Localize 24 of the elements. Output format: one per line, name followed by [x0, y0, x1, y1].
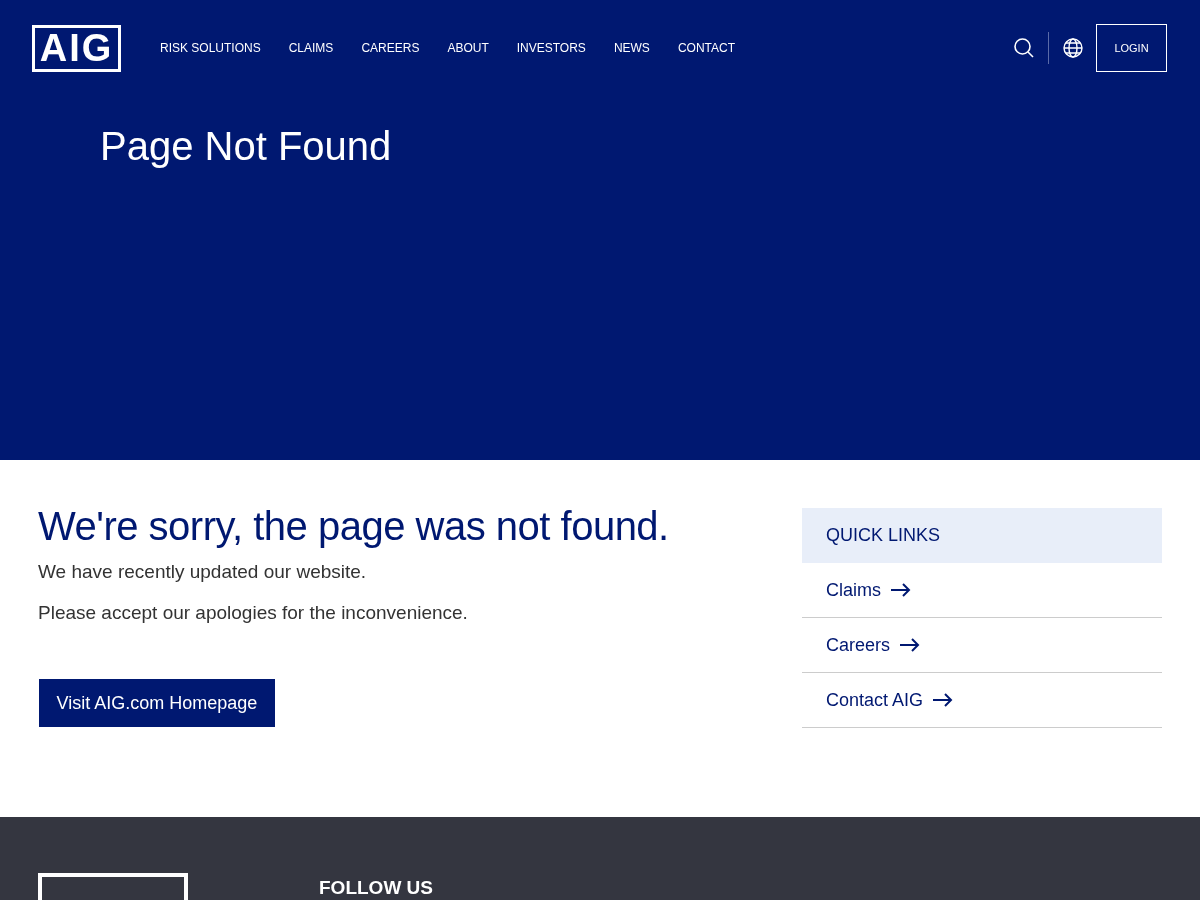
page-title: Page Not Found	[100, 124, 393, 169]
arrow-right-icon	[891, 583, 911, 597]
nav-link[interactable]: ABOUT	[447, 41, 489, 55]
globe-button[interactable]	[1063, 38, 1083, 58]
nav-link[interactable]: CLAIMS	[288, 41, 334, 55]
nav-link[interactable]: CONTACT	[677, 41, 735, 55]
quick-link[interactable]: Contact AIG	[802, 673, 1162, 728]
follow-us-heading: FOLLOW US	[319, 877, 433, 900]
arrow-right-icon	[933, 693, 954, 707]
nav-link[interactable]: INVESTORS	[516, 41, 586, 55]
search-button[interactable]	[1014, 38, 1034, 58]
logo[interactable]: AIG	[32, 24, 121, 72]
error-heading: We're sorry, the page was not found.	[38, 504, 670, 549]
paragraph: Please accept our apologies for the inconvenience.	[38, 602, 469, 624]
quick-link[interactable]: Careers	[802, 618, 1162, 673]
nav-link[interactable]: NEWS	[613, 41, 650, 55]
quick-links-heading: QUICK LINKS	[802, 508, 1162, 563]
paragraph: We have recently updated our website.	[38, 561, 368, 583]
login-button[interactable]: LOGIN	[1096, 24, 1167, 72]
quick-link[interactable]: Claims	[802, 563, 1162, 618]
nav-link[interactable]: RISK SOLUTIONS	[160, 41, 261, 55]
homepage-button[interactable]: Visit AIG.com Homepage	[39, 679, 275, 727]
arrow-right-icon	[900, 638, 921, 652]
nav-link[interactable]: CAREERS	[361, 41, 420, 55]
